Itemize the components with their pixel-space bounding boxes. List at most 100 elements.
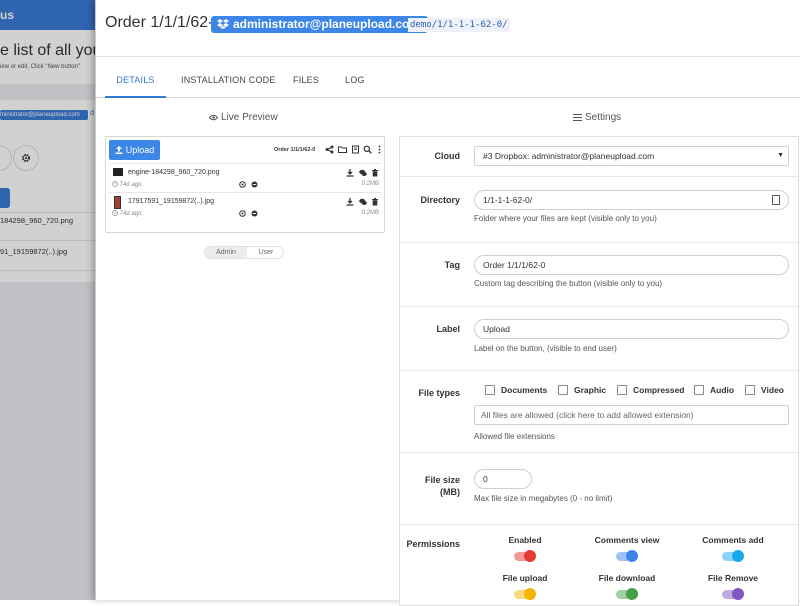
download-icon[interactable] — [346, 169, 354, 177]
tab-files[interactable]: FILES — [293, 62, 319, 98]
toggle-file-remove[interactable] — [722, 588, 744, 600]
toggle-knob — [524, 550, 536, 562]
file-size-label: File size (MB) — [400, 474, 460, 498]
role-admin-option[interactable]: Admin — [205, 247, 247, 258]
checkbox-box — [745, 385, 755, 395]
download-icon[interactable] — [346, 198, 354, 206]
permission-label-file-download: File download — [598, 573, 656, 583]
book-icon[interactable] — [351, 145, 360, 154]
tag-row: Tag Order 1/1/1/62-0 Custom tag describi… — [400, 243, 798, 307]
toggle-comments-add[interactable] — [722, 550, 744, 562]
cloud-row: Cloud #3 Dropbox: administrator@planeupl… — [400, 137, 798, 177]
folder-icon[interactable] — [338, 145, 347, 154]
list-item[interactable]: 17917591_19159872(..).jpg 74d ago 0.2MB — [109, 192, 382, 220]
button-label-help: Label on the button, (visible to end use… — [474, 344, 617, 353]
toggle-file-download[interactable] — [616, 588, 638, 600]
modal-backdrop[interactable] — [0, 0, 95, 600]
comments-icon[interactable] — [359, 169, 367, 177]
minus-circle-icon[interactable] — [251, 210, 258, 217]
upload-icon — [115, 146, 123, 154]
settings-circle-icon[interactable] — [239, 181, 246, 188]
toggle-knob — [626, 550, 638, 562]
permission-label-comments-view: Comments view — [594, 535, 660, 545]
file-name: 17917591_19159872(..).jpg — [128, 198, 215, 205]
file-size: 0.2MB — [361, 210, 379, 216]
toggle-knob — [524, 588, 536, 600]
eye-icon — [208, 114, 219, 121]
cloud-select[interactable]: #3 Dropbox: administrator@planeupload.co… — [474, 146, 789, 166]
checkbox-graphic[interactable]: Graphic — [558, 385, 606, 396]
button-label-input[interactable]: Upload — [474, 319, 789, 339]
role-user-option[interactable]: User — [247, 247, 285, 258]
checkbox-label: Compressed — [633, 385, 685, 395]
file-types-label: File types — [418, 388, 460, 398]
tag-input[interactable]: Order 1/1/1/62-0 — [474, 255, 789, 275]
checkbox-box — [558, 385, 568, 395]
upload-button-label: Upload — [125, 145, 155, 155]
cloud-label: Cloud — [434, 151, 461, 161]
directory-input[interactable]: 1/1-1-1-62-0/ — [474, 190, 789, 210]
more-vertical-icon[interactable] — [375, 145, 384, 154]
minus-circle-icon[interactable] — [251, 181, 258, 188]
file-thumbnail — [114, 196, 121, 209]
tag-help: Custom tag describing the button (visibl… — [474, 279, 663, 288]
toggle-comments-view[interactable] — [616, 550, 638, 562]
settings-panel: Cloud #3 Dropbox: administrator@planeupl… — [399, 136, 799, 606]
permission-label-file-upload: File upload — [502, 573, 548, 583]
tab-bar: DETAILS INSTALLATION CODE FILES LOG — [96, 62, 800, 98]
checkbox-video[interactable]: Video — [745, 385, 784, 396]
file-size-row: File size (MB) 0 Max file size in megaby… — [400, 453, 798, 525]
file-size-label-line2: (MB) — [440, 487, 460, 497]
search-icon[interactable] — [363, 145, 372, 154]
list-item[interactable]: engine-184298_960_720.png 74d ago 0.2MB — [109, 163, 382, 191]
toggle-enabled[interactable] — [514, 550, 536, 562]
clock-icon — [112, 181, 118, 187]
trash-icon[interactable] — [371, 169, 379, 177]
settings-circle-icon[interactable] — [239, 210, 246, 217]
directory-row: Directory 1/1-1-1-62-0/ Folder where you… — [400, 177, 798, 243]
tab-installation-code[interactable]: INSTALLATION CODE — [181, 62, 276, 98]
toggle-knob — [732, 550, 744, 562]
upload-button[interactable]: Upload — [109, 140, 160, 160]
menu-icon — [573, 114, 582, 121]
checkbox-label: Audio — [710, 385, 735, 395]
file-age: 74d ago — [112, 210, 141, 217]
tab-details[interactable]: DETAILS — [105, 62, 166, 98]
file-size-input[interactable]: 0 — [474, 469, 532, 489]
order-modal: Order 1/1/1/62-0 administrator@planeuplo… — [95, 0, 800, 606]
checkbox-box — [617, 385, 627, 395]
path-code: demo/1/1-1-1-62-0/ — [408, 18, 510, 32]
owner-badge: administrator@planeupload.com — [211, 16, 429, 33]
widget-tag: Order 1/1/1/62-0 — [274, 147, 316, 153]
checkbox-compressed[interactable]: Compressed — [617, 385, 685, 396]
checkbox-audio[interactable]: Audio — [694, 385, 734, 396]
clock-icon — [112, 210, 118, 216]
file-name: engine-184298_960_720.png — [128, 169, 220, 176]
file-age: 74d ago — [112, 181, 141, 188]
dropbox-icon — [217, 19, 229, 29]
document-icon — [772, 195, 780, 205]
directory-input-value: 1/1-1-1-62-0/ — [483, 195, 533, 205]
settings-title: Settings — [573, 112, 621, 123]
checkbox-documents[interactable]: Documents — [485, 385, 547, 396]
checkbox-label: Video — [761, 385, 784, 395]
permissions-label: Permissions — [406, 539, 460, 549]
role-toggle: Admin User — [204, 246, 284, 259]
file-age-text: 74d ago — [119, 211, 142, 217]
comments-icon[interactable] — [359, 198, 367, 206]
toggle-file-upload[interactable] — [514, 588, 536, 600]
toggle-knob — [732, 588, 744, 600]
share-icon[interactable] — [325, 145, 334, 154]
file-size: 0.2MB — [361, 181, 379, 187]
trash-icon[interactable] — [371, 198, 379, 206]
settings-label: Settings — [585, 112, 622, 123]
upload-widget: Upload Order 1/1/1/62-0 engine-184298_96… — [105, 136, 385, 233]
owner-email: administrator@planeupload.com — [233, 17, 421, 31]
file-age-text: 74d ago — [119, 182, 142, 188]
permission-label-enabled: Enabled — [508, 535, 542, 545]
toggle-knob — [626, 588, 638, 600]
file-type-options: Documents Graphic Compressed Audio Video — [485, 385, 785, 397]
tab-log[interactable]: LOG — [345, 62, 365, 98]
extensions-input[interactable]: All files are allowed (click here to add… — [474, 405, 789, 425]
checkbox-label: Graphic — [574, 385, 607, 395]
